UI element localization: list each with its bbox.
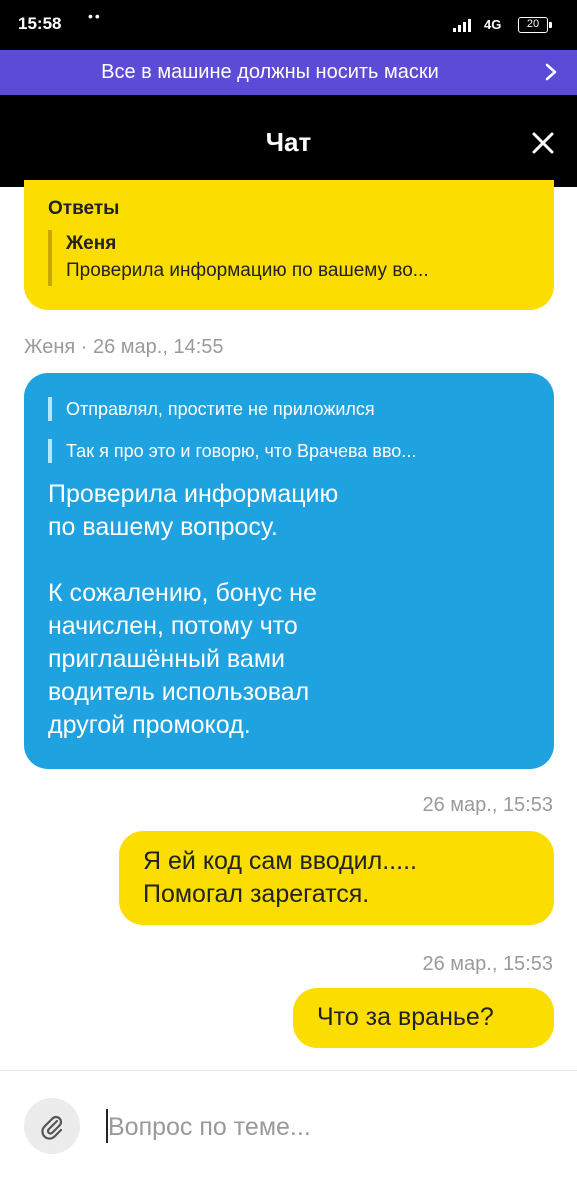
outgoing-message-bubble[interactable]: Я ей код сам вводил..... Помогал зарегат…	[119, 831, 554, 925]
outgoing-meta: 26 мар., 15:53	[422, 953, 553, 975]
incoming-message-bubble[interactable]: Отправлял, простите не приложился Так я …	[24, 373, 554, 769]
outgoing-message-text: Я ей код сам вводил..... Помогал зарегат…	[143, 847, 417, 908]
reply-author: Женя	[66, 233, 117, 254]
chevron-right-icon	[545, 63, 557, 81]
incoming-meta: Женя · 26 мар., 14:55	[24, 336, 224, 358]
paperclip-icon	[41, 1115, 63, 1140]
status-bar: 15:58 •• 4G 20	[0, 0, 577, 50]
message-input-bar	[0, 1070, 577, 1200]
outgoing-message-text: Что за вранье?	[317, 1003, 494, 1031]
chat-header: Чат	[0, 95, 577, 187]
incoming-message-text: Проверила информацию по вашему вопросу. …	[48, 480, 339, 739]
banner-text: Все в машине должны носить маски	[101, 61, 439, 83]
signal-icon	[453, 19, 471, 32]
status-time: 15:58	[18, 14, 62, 33]
replies-quote[interactable]: Женя Проверила информацию по вашему во..…	[48, 230, 429, 286]
network-type: 4G	[484, 17, 502, 32]
page-title: Чат	[265, 127, 312, 157]
close-icon[interactable]	[529, 129, 557, 157]
attach-button[interactable]	[24, 1098, 80, 1154]
quoted-message[interactable]: Так я про это и говорю, что Врачева вво.…	[48, 439, 416, 463]
replies-bubble[interactable]: Ответы Женя Проверила информацию по ваше…	[24, 180, 554, 310]
reply-snippet: Проверила информацию по вашему во...	[66, 260, 429, 281]
outgoing-meta: 26 мар., 15:53	[422, 794, 553, 816]
masks-banner[interactable]: Все в машине должны носить маски	[0, 50, 577, 95]
replies-label: Ответы	[48, 198, 120, 219]
quoted-message[interactable]: Отправлял, простите не приложился	[48, 397, 375, 421]
notification-dots: ••	[88, 8, 102, 24]
outgoing-message-bubble[interactable]: Что за вранье?	[293, 988, 554, 1048]
battery-icon: 20	[518, 17, 552, 33]
message-input[interactable]	[108, 1109, 548, 1145]
